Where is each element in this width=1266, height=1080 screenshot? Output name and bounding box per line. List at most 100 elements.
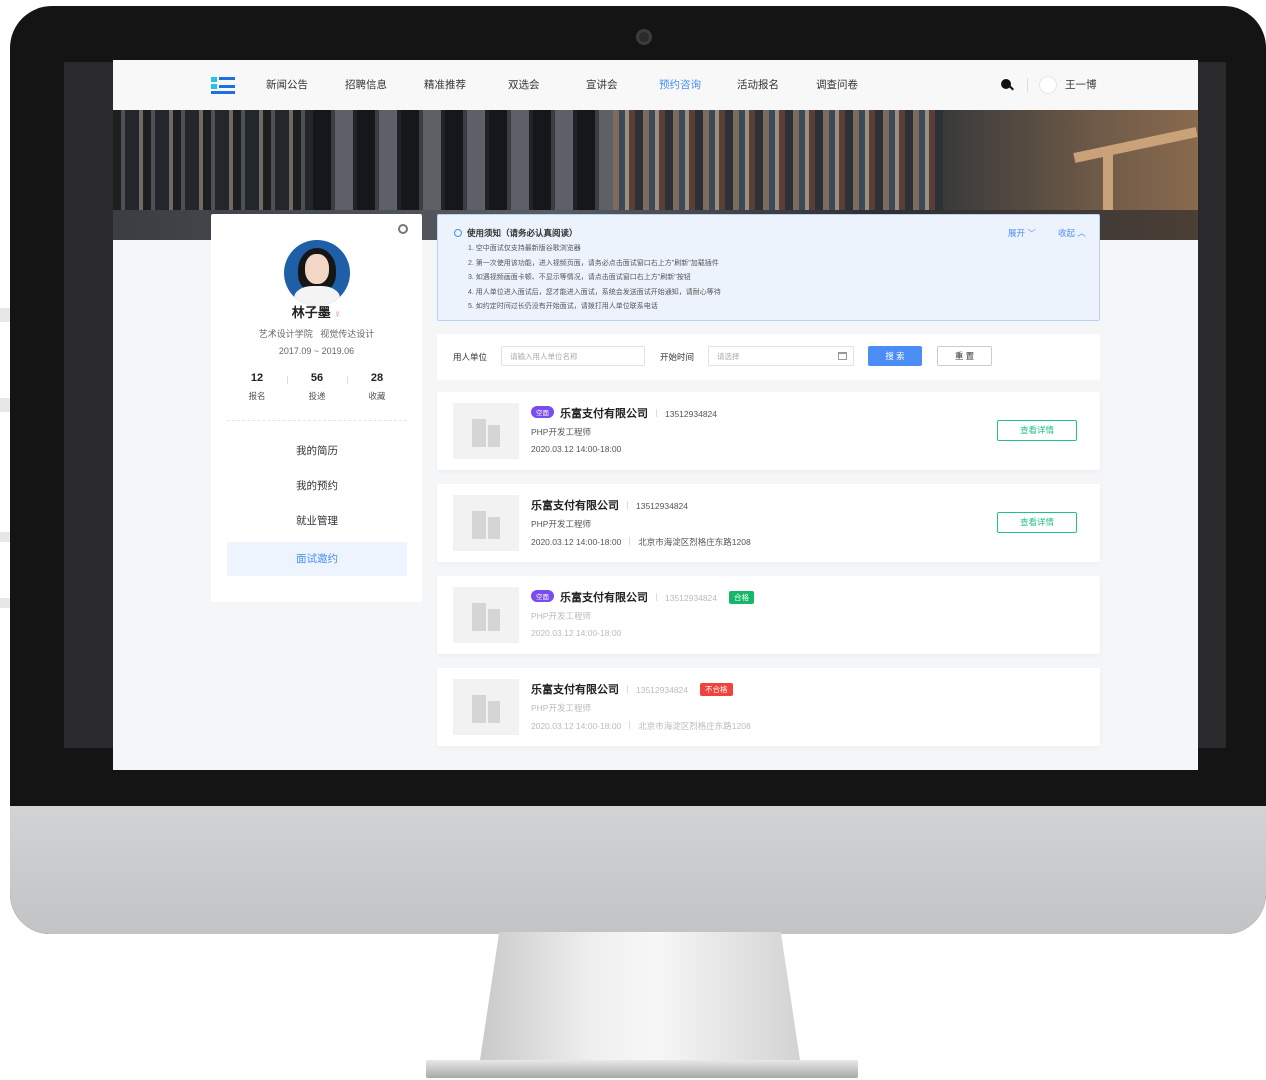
building-icon bbox=[453, 403, 519, 459]
monitor-stand bbox=[480, 932, 800, 1060]
card-header: 空面 乐富支付有限公司 13512934824 合格 bbox=[531, 588, 755, 606]
separator bbox=[656, 409, 657, 417]
reset-button[interactable]: 重 置 bbox=[937, 346, 992, 366]
profile-school: 艺术设计学院 视觉传达设计 bbox=[211, 327, 422, 340]
notice-title-text: 使用须知（请务必认真阅读） bbox=[467, 228, 578, 238]
sidebar-item-0[interactable]: 我的简历 bbox=[227, 434, 407, 468]
job-position: PHP开发工程师 bbox=[531, 703, 591, 713]
notice-line: 1. 空中面试仅支持最新版谷歌浏览器 bbox=[468, 245, 581, 252]
calendar-icon bbox=[838, 352, 847, 360]
nav-item-3[interactable]: 双选会 bbox=[508, 77, 540, 92]
company-name[interactable]: 乐富支付有限公司 bbox=[560, 592, 648, 604]
nav-divider bbox=[1027, 78, 1028, 92]
stat-2[interactable]: 28 收藏 bbox=[347, 372, 407, 402]
notice-line: 2. 第一次使用该功能，进入视频页面，请务必点击面试窗口右上方"刷新"加载插件 bbox=[468, 259, 719, 267]
company-name[interactable]: 乐富支付有限公司 bbox=[531, 500, 619, 512]
interview-card[interactable]: 乐富支付有限公司 13512934824 PHP开发工程师 2020.03.12 14… bbox=[437, 484, 1100, 562]
profile-name-text: 林子墨 bbox=[291, 305, 331, 320]
search-button[interactable]: 搜 索 bbox=[868, 346, 922, 366]
interview-card[interactable]: 空面 乐富支付有限公司 13512934824 PHP开发工程师 2020.03.12 … bbox=[437, 392, 1100, 470]
nav-item-2[interactable]: 精准推荐 bbox=[424, 77, 466, 92]
card-header: 空面 乐富支付有限公司 13512934824 bbox=[531, 404, 717, 422]
nav-item-7[interactable]: 调查问卷 bbox=[816, 77, 858, 92]
filter-bar: 用人单位 请输入用人单位名称 开始时间 请选择 搜 索 重 置 bbox=[437, 334, 1100, 380]
profile-stats: 12 报名 56 投递 28 收藏 bbox=[227, 372, 407, 408]
building-icon bbox=[453, 495, 519, 551]
monitor-stand-base bbox=[426, 1060, 858, 1078]
view-details-button[interactable]: 查看详情 bbox=[997, 512, 1077, 533]
card-header: 乐富支付有限公司 13512934824 bbox=[531, 496, 688, 514]
company-name[interactable]: 乐富支付有限公司 bbox=[531, 684, 619, 696]
employer-input[interactable]: 请输入用人单位名称 bbox=[501, 346, 645, 366]
separator bbox=[629, 721, 631, 729]
interview-time-row: 2020.03.12 14:00-18:00 bbox=[531, 628, 621, 638]
stat-value: 28 bbox=[370, 372, 384, 384]
card-header: 乐富支付有限公司 13512934824 不合格 bbox=[531, 680, 733, 698]
nav-item-1[interactable]: 招聘信息 bbox=[345, 77, 387, 92]
stat-separator bbox=[347, 376, 348, 384]
interview-time: 2020.03.12 14:00-18:00 bbox=[531, 721, 622, 731]
time-picker[interactable]: 请选择 bbox=[708, 346, 854, 366]
user-name[interactable]: 王一博 bbox=[1065, 77, 1097, 92]
stat-separator bbox=[287, 376, 288, 384]
result-badge: 合格 bbox=[729, 591, 755, 604]
company-phone: 13512934824 bbox=[636, 501, 689, 511]
time-placeholder: 请选择 bbox=[717, 352, 740, 361]
interview-card[interactable]: 乐富支付有限公司 13512934824 不合格 PHP开发工程师 2020.03.12… bbox=[437, 668, 1100, 746]
notice-line: 4. 用人单位进入面试后，您才能进入面试，系统会发送面试开始通知，请耐心等待 bbox=[468, 288, 721, 296]
stat-1[interactable]: 56 投递 bbox=[287, 372, 347, 402]
interview-time: 2020.03.12 14:00-18:00 bbox=[531, 537, 622, 547]
app-screen: 新闻公告 招聘信息 精准推荐 双选会 宣讲会 预约咨询 活动报名 调查问卷 王一博 林子墨 ♀ … bbox=[113, 60, 1198, 770]
interview-time: 2020.03.12 14:00-18:00 bbox=[531, 628, 622, 638]
interview-time-row: 2020.03.12 14:00-18:00 bbox=[531, 444, 621, 454]
building-icon bbox=[453, 679, 519, 735]
interview-card[interactable]: 空面 乐富支付有限公司 13512934824 合格 PHP开发工程师 2020.03.1… bbox=[437, 576, 1100, 654]
separator bbox=[629, 537, 631, 545]
nav-item-5[interactable]: 预约咨询 bbox=[659, 77, 701, 92]
stat-label: 报名 bbox=[248, 391, 266, 401]
profile-college: 艺术设计学院 bbox=[258, 329, 313, 339]
sidebar-item-2[interactable]: 就业管理 bbox=[227, 504, 407, 538]
notice-line: 5. 如约定时间过长仍没有开始面试，请拨打用人单位联系电话 bbox=[468, 303, 658, 310]
nav-item-0[interactable]: 新闻公告 bbox=[266, 77, 308, 92]
building-icon bbox=[453, 587, 519, 643]
interview-address: 北京市海淀区烈格庄东路1208 bbox=[638, 721, 751, 731]
sidebar-item-3[interactable]: 面试邀约 bbox=[227, 542, 407, 576]
interview-time-row: 2020.03.12 14:00-18:00 北京市海淀区烈格庄东路1208 bbox=[531, 720, 751, 732]
time-label: 开始时间 bbox=[660, 352, 695, 362]
divider bbox=[227, 420, 407, 421]
search-icon[interactable] bbox=[1001, 79, 1011, 89]
job-position: PHP开发工程师 bbox=[531, 611, 591, 621]
interview-address: 北京市海淀区烈格庄东路1208 bbox=[638, 537, 751, 547]
notice-line: 3. 如遇视频画面卡顿、不显示等情况，请点击面试窗口右上方"刷新"按钮 bbox=[468, 274, 691, 281]
sidebar-item-1[interactable]: 我的预约 bbox=[227, 469, 407, 503]
nav-item-6[interactable]: 活动报名 bbox=[737, 77, 779, 92]
result-badge: 不合格 bbox=[700, 683, 733, 696]
gear-icon[interactable] bbox=[398, 224, 408, 234]
stat-label: 收藏 bbox=[368, 391, 386, 401]
profile-period: 2017.09 ~ 2019.06 bbox=[278, 346, 355, 356]
collapse-button[interactable]: 收起 ︿ bbox=[1058, 227, 1086, 239]
separator bbox=[656, 593, 657, 601]
stat-0[interactable]: 12 报名 bbox=[227, 372, 287, 402]
view-details-button[interactable]: 查看详情 bbox=[997, 420, 1077, 441]
nav-item-4[interactable]: 宣讲会 bbox=[586, 77, 618, 92]
profile-name: 林子墨 ♀ bbox=[211, 302, 422, 321]
job-position: PHP开发工程师 bbox=[531, 427, 591, 437]
separator bbox=[627, 501, 628, 509]
interview-type-tag: 空面 bbox=[531, 590, 554, 602]
info-icon bbox=[454, 229, 462, 237]
user-avatar[interactable] bbox=[1039, 76, 1057, 94]
job-position: PHP开发工程师 bbox=[531, 519, 591, 529]
expand-button[interactable]: 展开 ﹀ bbox=[1008, 227, 1036, 239]
top-nav: 新闻公告 招聘信息 精准推荐 双选会 宣讲会 预约咨询 活动报名 调查问卷 王一博 bbox=[113, 60, 1198, 110]
interview-type-tag: 空面 bbox=[531, 406, 554, 418]
separator bbox=[627, 685, 628, 693]
avatar bbox=[284, 240, 350, 306]
female-icon: ♀ bbox=[333, 309, 342, 320]
company-name[interactable]: 乐富支付有限公司 bbox=[560, 408, 648, 420]
stat-value: 56 bbox=[310, 372, 324, 384]
employer-label: 用人单位 bbox=[453, 352, 488, 362]
profile-major: 视觉传达设计 bbox=[320, 329, 375, 339]
monitor-chin bbox=[10, 806, 1266, 934]
